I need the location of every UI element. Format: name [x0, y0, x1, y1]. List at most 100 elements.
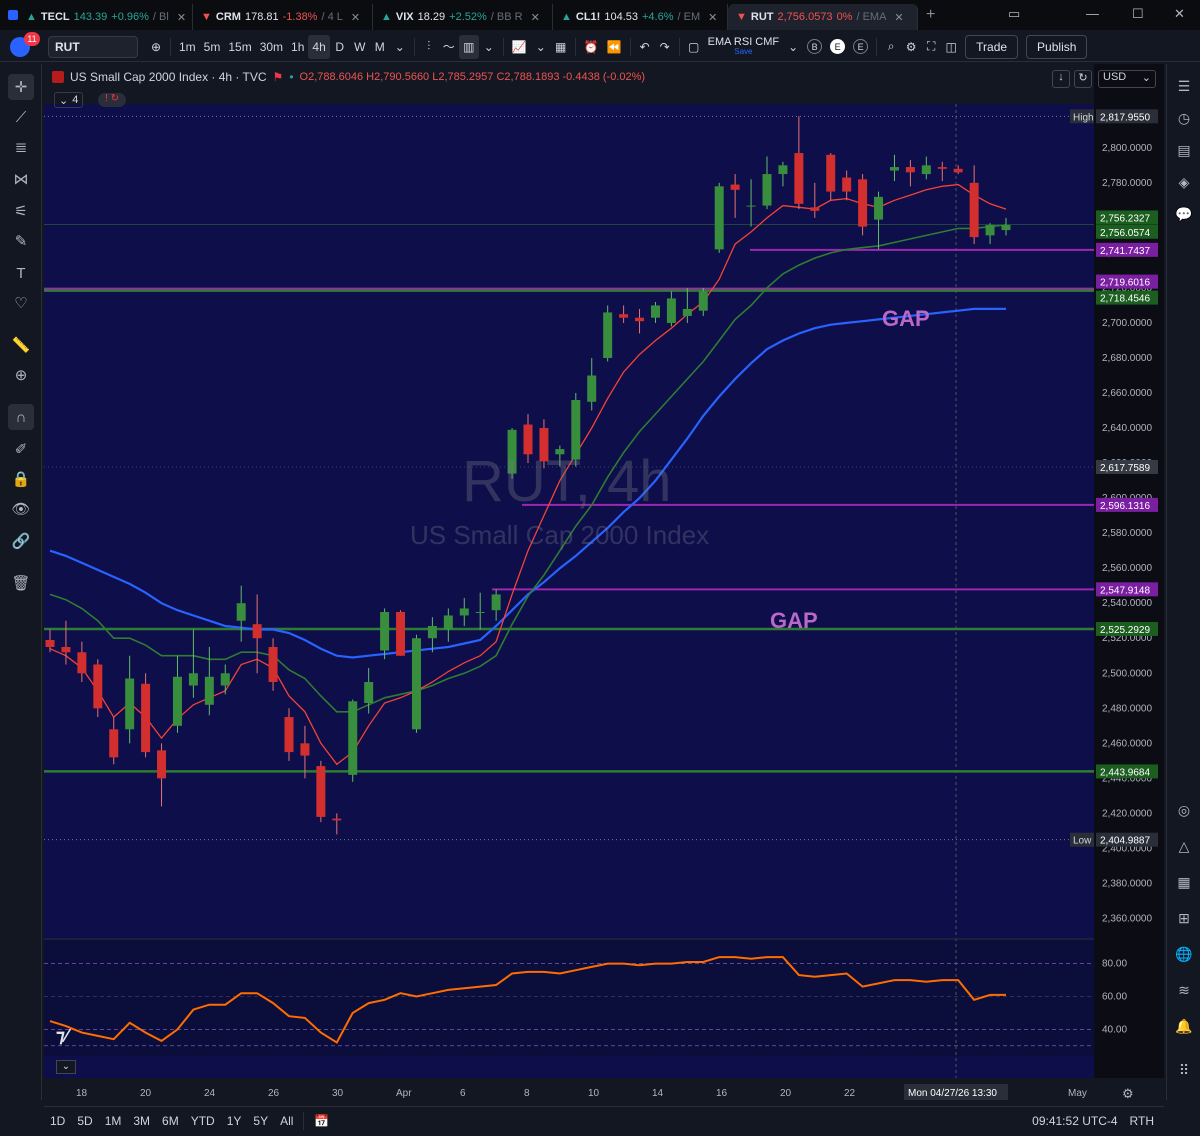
candle-body[interactable] [427, 625, 437, 639]
text-tool-icon[interactable]: T [8, 260, 34, 286]
link-icon[interactable]: 🔗 [8, 528, 34, 554]
undo-icon[interactable]: ↶ [635, 35, 655, 59]
candle-body[interactable] [730, 184, 740, 190]
candle-body[interactable] [587, 375, 597, 402]
chevron-down-icon[interactable]: ⌄ [531, 35, 551, 59]
candle-body[interactable] [252, 624, 262, 639]
interval-30m[interactable]: 30m [256, 35, 287, 59]
lock-icon[interactable]: 🔒 [8, 466, 34, 492]
marker-e-button[interactable]: E [849, 35, 872, 59]
candle-body[interactable] [746, 205, 756, 207]
candle-body[interactable] [77, 652, 87, 674]
publish-button[interactable]: Publish [1026, 34, 1088, 59]
range-6m[interactable]: 6M [156, 1114, 185, 1128]
heart-icon[interactable]: ♡ [8, 290, 34, 316]
templates-icon[interactable]: ▦ [551, 35, 571, 59]
redo-icon[interactable]: ↷ [655, 35, 675, 59]
screener-icon[interactable]: ⊞ [1172, 906, 1196, 930]
globe-icon[interactable]: 🌐 [1172, 942, 1196, 966]
candle-body[interactable] [969, 182, 979, 238]
flag-icon[interactable]: ⚑ [273, 70, 284, 84]
candle-body[interactable] [794, 153, 804, 204]
candle-body[interactable] [348, 701, 358, 775]
close-icon[interactable]: ✕ [531, 11, 540, 24]
candle-body[interactable] [380, 611, 390, 651]
range-ytd[interactable]: YTD [185, 1114, 221, 1128]
fib-retracement-icon[interactable]: ≣ [8, 134, 34, 160]
candle-body[interactable] [236, 603, 246, 621]
zoom-search-icon[interactable]: ⌕ [881, 35, 901, 59]
candle-body[interactable] [698, 291, 708, 311]
candle-body[interactable] [682, 308, 692, 316]
watchlist-icon[interactable]: ☰ [1172, 74, 1196, 98]
new-tab-plus-icon[interactable]: + [926, 6, 935, 24]
candle-body[interactable] [268, 646, 278, 683]
candle-body[interactable] [364, 682, 374, 704]
crosshair-icon[interactable]: ✛ [8, 74, 34, 100]
candle-body[interactable] [810, 207, 820, 211]
layers-icon[interactable]: ◈ [1172, 170, 1196, 194]
candle-body[interactable] [411, 638, 421, 730]
clock-readout[interactable]: 09:41:52 UTC-4 [1032, 1114, 1117, 1128]
settings-gear-icon[interactable]: ⚙ [901, 35, 921, 59]
close-icon[interactable]: ✕ [894, 11, 903, 24]
minimize-icon[interactable]: — [1086, 6, 1099, 21]
candle-body[interactable] [396, 611, 406, 656]
pattern-icon[interactable]: ⋈ [8, 166, 34, 192]
close-icon[interactable]: ✕ [177, 11, 186, 24]
range-all[interactable]: All [274, 1114, 299, 1128]
zoom-in-icon[interactable]: ⊕ [8, 362, 34, 388]
data-window-icon[interactable]: ▤ [1172, 138, 1196, 162]
range-5d[interactable]: 5D [71, 1114, 98, 1128]
candle-body[interactable] [937, 167, 947, 169]
candle-body[interactable] [284, 717, 294, 753]
trend-line-icon[interactable]: ⟋ [8, 104, 34, 130]
brush-icon[interactable]: ✎ [8, 228, 34, 254]
refresh-icon[interactable]: ↻ [1074, 70, 1092, 88]
forecast-icon[interactable]: ⚟ [8, 198, 34, 224]
snapshot-icon[interactable]: ◫ [941, 35, 961, 59]
calendar-icon[interactable]: ▦ [1172, 870, 1196, 894]
candle-body[interactable] [188, 673, 198, 686]
layout-icon[interactable]: ▭ [1008, 6, 1020, 22]
alert-warning-icon[interactable]: ! ↻ [98, 93, 126, 107]
eye-icon[interactable]: 👁 [8, 496, 34, 522]
stream-icon[interactable]: ≋ [1172, 978, 1196, 1002]
candle-body[interactable] [953, 168, 963, 173]
bar-style-icon[interactable]: ⫶ [419, 35, 439, 59]
candle-body[interactable] [125, 678, 135, 730]
interval-d[interactable]: D [330, 35, 350, 59]
candle-body[interactable] [109, 729, 119, 758]
interval-m[interactable]: M [370, 35, 390, 59]
chevron-down-icon[interactable]: ⌄ [479, 35, 499, 59]
candle-body[interactable] [985, 224, 995, 236]
stay-drawing-icon[interactable]: ✐ [8, 436, 34, 462]
tab-rut[interactable]: ▼ RUT 2,756.0573 0% / EMA ✕ [728, 4, 918, 30]
axis-settings-icon[interactable]: ⚙ [1122, 1086, 1134, 1102]
ideas-icon[interactable]: △ [1172, 834, 1196, 858]
chevron-down-icon[interactable]: ⌄ [390, 35, 410, 59]
interval-1h[interactable]: 1h [287, 35, 308, 59]
candle-body[interactable] [491, 594, 501, 611]
session-label[interactable]: RTH [1130, 1114, 1154, 1128]
candle-body[interactable] [157, 750, 167, 779]
candle-body[interactable] [635, 317, 645, 322]
indicator-template-button[interactable]: EMA RSI CMF Save [708, 37, 780, 56]
candle-body[interactable] [889, 167, 899, 171]
close-icon[interactable]: ✕ [708, 11, 717, 24]
tab-tecl[interactable]: ▲ TECL 143.39 +0.96% / Bl ✕ [18, 4, 193, 30]
candle-body[interactable] [332, 818, 342, 821]
pane-collapse-icon[interactable]: ⌄ [56, 1060, 76, 1074]
candle-body[interactable] [619, 314, 629, 318]
candle-body[interactable] [762, 174, 772, 206]
alerts-clock-icon[interactable]: ◷ [1172, 106, 1196, 130]
candle-body[interactable] [316, 766, 326, 817]
bell-icon[interactable]: 🔔 [1172, 1014, 1196, 1038]
range-1m[interactable]: 1M [99, 1114, 128, 1128]
marker-e-button[interactable]: E [826, 35, 849, 59]
indicators-icon[interactable]: 📈 [508, 35, 531, 59]
candle-body[interactable] [61, 646, 71, 653]
range-1d[interactable]: 1D [44, 1114, 71, 1128]
maximize-icon[interactable]: ☐ [1132, 6, 1144, 22]
chat-icon[interactable]: 💬 [1172, 202, 1196, 226]
